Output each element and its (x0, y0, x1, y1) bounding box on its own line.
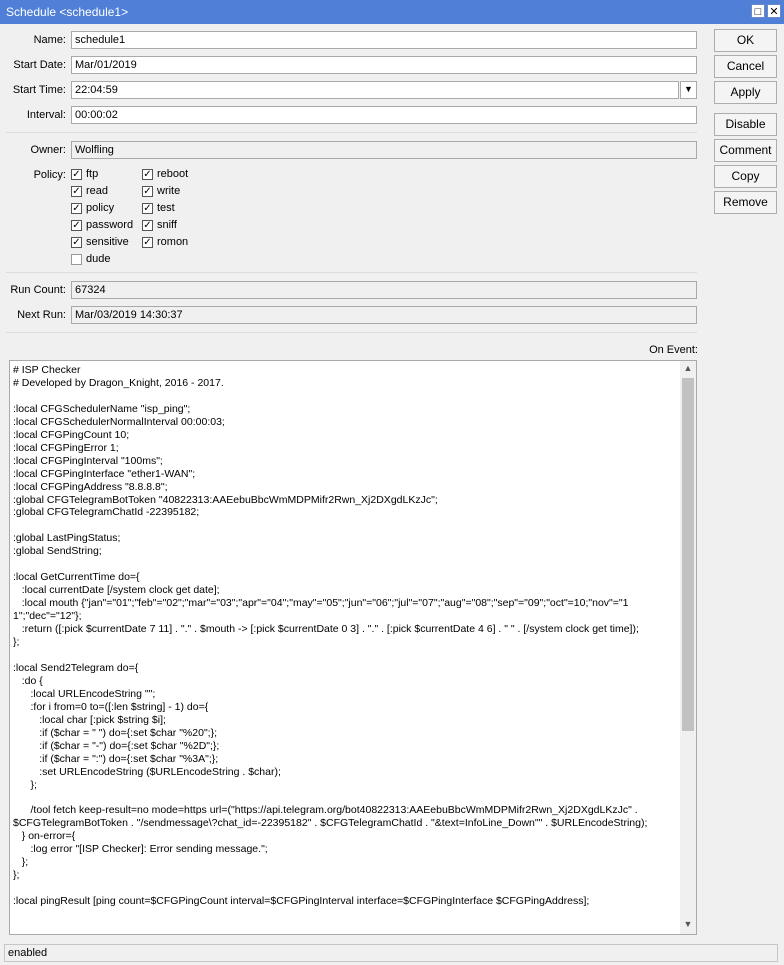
scrollbar[interactable]: ▲ ▼ (680, 361, 696, 934)
checkmark-icon: ✓ (142, 186, 153, 197)
checkmark-icon: ✓ (142, 237, 153, 248)
name-label: Name: (33, 34, 66, 46)
title-bar: Schedule <schedule1> □ ✕ (0, 0, 784, 24)
separator (6, 272, 697, 273)
next-run-label: Next Run: (17, 309, 66, 321)
status-bar: enabled (4, 944, 778, 962)
checkmark-icon: ✓ (142, 220, 153, 231)
start-date-input[interactable]: Mar/01/2019 (71, 56, 697, 74)
owner-field: Wolfling (71, 141, 697, 159)
on-event-textarea[interactable]: # ISP Checker # Developed by Dragon_Knig… (9, 360, 697, 935)
owner-label: Owner: (30, 144, 66, 156)
checkmark-icon: ✓ (71, 220, 82, 231)
checkmark-icon: ✓ (71, 186, 82, 197)
run-count-field: 67324 (71, 281, 697, 299)
run-count-label: Run Count: (10, 284, 66, 296)
scrollbar-thumb[interactable] (682, 378, 694, 731)
on-event-script[interactable]: # ISP Checker # Developed by Dragon_Knig… (10, 361, 665, 908)
checkmark-icon: ✓ (71, 237, 82, 248)
start-time-label: Start Time: (12, 84, 66, 96)
checkmark-icon: ✓ (142, 169, 153, 180)
checkmark-icon: ✓ (71, 169, 82, 180)
start-time-dropdown-icon[interactable]: ▼ (680, 81, 697, 99)
remove-button[interactable]: Remove (714, 191, 777, 214)
apply-button[interactable]: Apply (714, 81, 777, 104)
copy-button[interactable]: Copy (714, 165, 777, 188)
disable-button[interactable]: Disable (714, 113, 777, 136)
checkbox-empty-icon (71, 254, 82, 265)
start-date-label: Start Date: (13, 59, 66, 71)
start-time-input[interactable]: 22:04:59 (71, 81, 679, 99)
checkmark-icon: ✓ (142, 203, 153, 214)
close-icon[interactable]: ✕ (767, 4, 781, 18)
maximize-icon[interactable]: □ (751, 4, 765, 18)
ok-button[interactable]: OK (714, 29, 777, 52)
separator (6, 132, 697, 133)
checkmark-icon: ✓ (71, 203, 82, 214)
interval-input[interactable]: 00:00:02 (71, 106, 697, 124)
interval-label: Interval: (26, 109, 66, 121)
scroll-down-icon[interactable]: ▼ (680, 919, 696, 934)
policy-label: Policy: (33, 169, 66, 181)
next-run-field: Mar/03/2019 14:30:37 (71, 306, 697, 324)
separator (6, 332, 697, 333)
window-title: Schedule <schedule1> (6, 5, 129, 19)
on-event-label: On Event: (649, 344, 698, 356)
comment-button[interactable]: Comment (714, 139, 777, 162)
scroll-up-icon[interactable]: ▲ (680, 363, 696, 378)
cancel-button[interactable]: Cancel (714, 55, 777, 78)
name-input[interactable]: schedule1 (71, 31, 697, 49)
